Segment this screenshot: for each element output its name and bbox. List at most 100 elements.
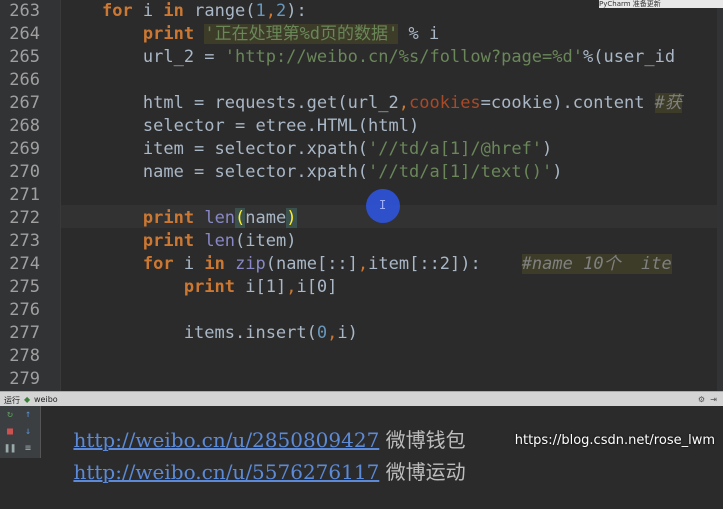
- console-line: http://weibo.cn/u/5576276117 微博运动: [48, 432, 466, 509]
- code-token: #name 10个 ite: [521, 254, 672, 274]
- code-editor[interactable]: 263 264 265 266 267 268 269 270 271 272 273 274 275 2…: [0, 0, 723, 391]
- settings-icon[interactable]: ⚙: [698, 395, 705, 404]
- code-token: =cookie).content: [480, 93, 655, 113]
- line-number: 269: [9, 139, 40, 159]
- console-link[interactable]: http://weibo.cn/u/5576276117: [73, 460, 379, 484]
- code-line[interactable]: for i in range(1,2):: [61, 0, 307, 23]
- code-token: range(: [183, 1, 256, 21]
- stop-icon[interactable]: ■: [4, 426, 16, 438]
- line-number: 271: [9, 185, 40, 205]
- code-token: item[::2]):: [368, 254, 522, 274]
- code-token: zip: [235, 254, 266, 274]
- code-token: i[0]: [296, 277, 338, 297]
- code-token: in: [204, 254, 225, 274]
- line-number: 273: [9, 231, 40, 251]
- code-line[interactable]: html = requests.get(url_2,cookies=cookie…: [61, 92, 682, 115]
- code-token: %(user_id: [583, 47, 676, 67]
- code-line[interactable]: item = selector.xpath('//td/a[1]/@href'): [61, 138, 552, 161]
- run-console[interactable]: ↻ ↑ ■ ↓ ❚❚ ≡ http://weibo.cn/u/285080942…: [0, 406, 723, 484]
- rerun-icon[interactable]: ↻: [4, 409, 16, 421]
- code-token: len: [204, 208, 236, 228]
- line-number-gutter: 263 264 265 266 267 268 269 270 271 272 273 274 275 2…: [0, 0, 61, 391]
- code-token: html = requests.get(url_2: [61, 93, 399, 113]
- line-number: 265: [9, 47, 40, 67]
- code-line[interactable]: for i in zip(name[::],item[::2]): #name …: [61, 253, 672, 276]
- code-token: '正在处理第%d页的数据': [204, 24, 399, 44]
- update-notification-text: PyCharm 准备更新: [599, 0, 661, 8]
- console-toolbar: ↻ ↑ ■ ↓ ❚❚ ≡: [0, 406, 41, 458]
- soft-wrap-icon[interactable]: ≡: [22, 443, 34, 455]
- code-token: ): [552, 162, 563, 182]
- code-token: i): [337, 323, 358, 343]
- code-token: selector = etree.HTML(html): [61, 116, 420, 136]
- code-line[interactable]: items.insert(0,i): [61, 322, 358, 345]
- code-line[interactable]: print len(name): [61, 207, 297, 230]
- code-token: ,: [286, 277, 297, 297]
- code-token: i[1]: [235, 277, 287, 297]
- code-token: % i: [398, 24, 440, 44]
- pause-icon[interactable]: ❚❚: [4, 443, 16, 455]
- watermark: https://blog.csdn.net/rose_lwm: [514, 433, 715, 448]
- code-token: i: [132, 1, 164, 21]
- line-number: 278: [9, 346, 40, 366]
- code-token: url_2 =: [61, 47, 225, 67]
- scroll-up-icon[interactable]: ↑: [22, 409, 34, 421]
- console-text: 微博运动: [379, 460, 466, 484]
- code-line[interactable]: url_2 = 'http://weibo.cn/%s/follow?page=…: [61, 46, 675, 69]
- code-token: 0: [316, 323, 328, 343]
- line-number: 274: [9, 254, 40, 274]
- code-line[interactable]: name = selector.xpath('//td/a[1]/text()'…: [61, 161, 563, 184]
- line-number: 270: [9, 162, 40, 182]
- code-token: 1: [255, 1, 266, 21]
- code-token: 2: [276, 1, 287, 21]
- code-token: #获: [654, 93, 682, 113]
- code-token: ): [542, 139, 553, 159]
- code-token: ,: [398, 93, 410, 113]
- code-token: item = selector.xpath(: [61, 139, 369, 159]
- code-line[interactable]: print len(item): [61, 230, 297, 253]
- line-number: 264: [9, 24, 40, 44]
- code-token: name: [245, 208, 287, 228]
- code-token: (item): [235, 231, 297, 251]
- code-token: ):: [286, 1, 307, 21]
- code-token: print: [142, 231, 195, 251]
- code-token: ,: [265, 1, 277, 21]
- code-token: cookies: [409, 93, 481, 113]
- code-token: '//td/a[1]/@href': [368, 139, 543, 159]
- line-number: 263: [9, 1, 40, 21]
- line-number: 279: [9, 369, 40, 389]
- line-number: 268: [9, 116, 40, 136]
- code-line[interactable]: selector = etree.HTML(html): [61, 115, 419, 138]
- code-token: items.insert(: [61, 323, 317, 343]
- update-notification[interactable]: PyCharm 准备更新: [599, 0, 723, 8]
- line-number: 277: [9, 323, 40, 343]
- code-token: print: [142, 208, 195, 228]
- code-token: 'http://weibo.cn/%s/follow?page=%d': [224, 47, 583, 67]
- scroll-down-icon[interactable]: ↓: [22, 426, 34, 438]
- code-token: for: [101, 1, 133, 21]
- text-cursor-icon: I: [379, 198, 387, 212]
- code-token: name = selector.xpath(: [61, 162, 369, 182]
- line-number: 272: [9, 208, 40, 228]
- code-token: print: [142, 24, 195, 44]
- code-line[interactable]: print i[1],i[0]: [61, 276, 338, 299]
- editor-scrollbar[interactable]: [717, 0, 723, 391]
- code-token: ): [286, 208, 297, 228]
- line-number: 275: [9, 277, 40, 297]
- run-tab-label[interactable]: 运行: [4, 395, 20, 406]
- line-number: 276: [9, 300, 40, 320]
- code-token: (name[::]: [265, 254, 358, 274]
- code-token: i: [173, 254, 205, 274]
- minimize-icon[interactable]: ⇥: [710, 395, 717, 404]
- code-token: '//td/a[1]/text()': [368, 162, 553, 182]
- code-token: for: [142, 254, 174, 274]
- code-line[interactable]: print '正在处理第%d页的数据' % i: [61, 23, 439, 46]
